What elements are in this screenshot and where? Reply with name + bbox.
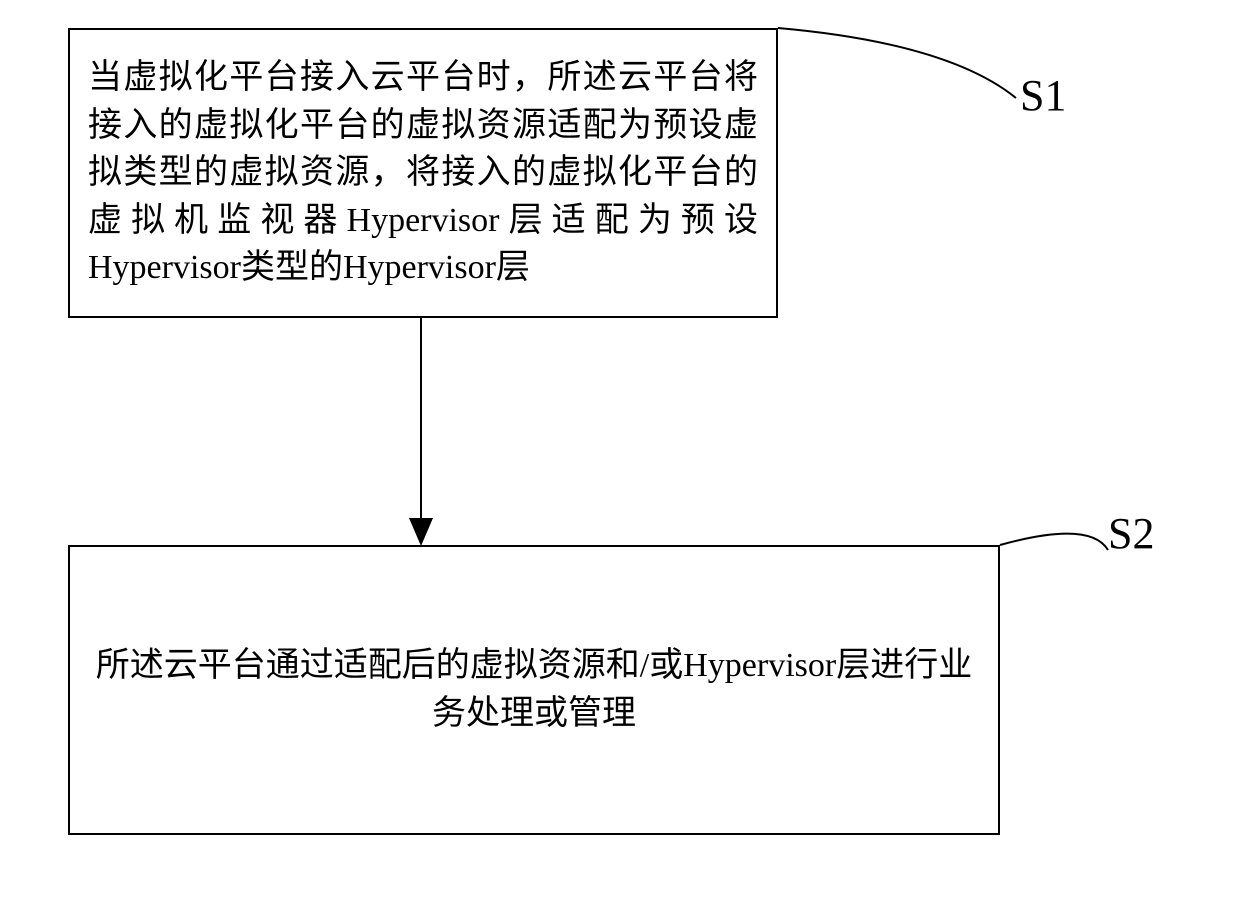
flow-step-s2-label: S2 xyxy=(1108,508,1154,559)
flow-step-s2-box: 所述云平台通过适配后的虚拟资源和/或Hypervisor层进行业务处理或管理 xyxy=(68,545,1000,835)
flow-step-s1-text: 当虚拟化平台接入云平台时，所述云平台将接入的虚拟化平台的虚拟资源适配为预设虚拟类… xyxy=(88,54,758,292)
flow-arrow-stem xyxy=(420,318,422,523)
flow-step-s2-text: 所述云平台通过适配后的虚拟资源和/或Hypervisor层进行业务处理或管理 xyxy=(88,642,980,737)
flow-step-s1-label: S1 xyxy=(1020,70,1066,121)
flow-arrow-head-icon xyxy=(409,518,433,546)
callout-line-s1 xyxy=(778,28,1038,188)
flow-step-s1-box: 当虚拟化平台接入云平台时，所述云平台将接入的虚拟化平台的虚拟资源适配为预设虚拟类… xyxy=(68,28,778,318)
